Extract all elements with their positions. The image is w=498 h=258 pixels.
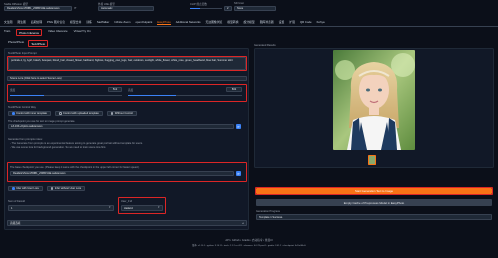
tab-extensions[interactable]: 扩展 (289, 20, 295, 25)
tab-image-browser[interactable]: 无边图像浏览 (206, 20, 223, 25)
notes-line-2: - We use scene lora for background gener… (10, 146, 107, 149)
tab-openoutpaint[interactable]: openOutpaint (135, 20, 152, 25)
radio-without-user-lora[interactable]: Infer without User Lora (46, 186, 86, 191)
tab-qr-code[interactable]: QR Code (300, 20, 312, 25)
tab-additional-networks[interactable]: Additional Networks (176, 20, 201, 25)
radio-label: Infer without User Lora (54, 187, 82, 190)
clip-value[interactable]: 2 (224, 6, 232, 11)
radio-label: Control with inner template (16, 112, 47, 115)
tab-easyphoto[interactable]: EasyPhoto (157, 20, 171, 25)
radio-dot (110, 112, 114, 115)
refresh-icon[interactable]: ⟳ (236, 124, 241, 129)
radio-label: Without Control (114, 112, 133, 115)
control-way-radios: Control with inner template Control with… (8, 111, 137, 116)
prompt-highlight: portrait+1, fg, 1girl, bokeh, bouquet, b… (7, 56, 247, 71)
height-label: 高度 (128, 89, 134, 92)
tab-video-inference[interactable]: Video Inference (48, 29, 68, 36)
tab-merge[interactable]: 模型合并 (70, 20, 81, 25)
start-generation-button[interactable]: Start Generation Text to Image (256, 188, 492, 194)
refresh-icon[interactable]: ⟳ (236, 171, 241, 176)
base-model-label: The base checkpoint you use. (Please kee… (10, 166, 140, 169)
tab-upscale-models[interactable]: 超分模型 (244, 20, 255, 25)
tab-photo-inference[interactable]: Photo Inference (16, 29, 43, 36)
result-thumbnail[interactable] (368, 155, 376, 165)
radio-inner-template[interactable]: Control with inner template (8, 111, 51, 116)
generated-results-label: Generated Results (254, 44, 276, 47)
chevron-down-icon: ▾ (158, 205, 160, 209)
progress-label: Generation Progress (256, 210, 280, 213)
notes-title: Generate from prompts notes: (8, 138, 43, 141)
chevron-down-icon: ▾ (109, 205, 111, 209)
radio-dot (12, 187, 15, 190)
faceid-label: Num of Faceid (8, 200, 25, 203)
checkpoint-select[interactable]: LZ-16K+Optics.safetensors (8, 124, 234, 129)
main-tabs: 文生图 图生图 后期处理 PNG 图片信息 模型合并 训练 SadTalker … (4, 20, 496, 25)
control-way-label: Text2Photo Control Way (8, 106, 36, 109)
refresh-icon[interactable]: ⟳ (74, 6, 77, 10)
user-id-select[interactable]: Hailan4 (121, 205, 163, 211)
width-slider[interactable] (10, 95, 122, 96)
width-value[interactable]: 512 (108, 87, 122, 92)
generated-image[interactable] (333, 50, 415, 150)
sub-tabs: Train Photo Inference Video Inference Vi… (4, 29, 91, 36)
footer-links[interactable]: API • Github • Gradio • 启动指令 • 重载UI (0, 238, 498, 242)
inner-tabs: Photo2Photo Text2Photo (8, 40, 49, 47)
sd-model-select[interactable]: RealisticVisionV60B1_v60B1VAE.safetensor… (4, 6, 72, 11)
radio-dot (50, 187, 54, 190)
base-model-select[interactable]: RealisticVisionV60B1_v60B1VAE.safetensor… (10, 171, 234, 176)
tab-txt2img[interactable]: 文生图 (4, 20, 12, 25)
tab-png-info[interactable]: PNG 图片信息 (47, 20, 65, 25)
tab-kohya[interactable]: Kohya (317, 20, 325, 25)
radio-dot (58, 112, 62, 115)
checkpoint-hint: The checkpoint you use for text to image… (8, 120, 76, 123)
radio-label: Control with uploaded template (63, 112, 99, 115)
progress-output: Template 1 Success. (256, 214, 492, 220)
notes-line-1: - The Generate from prompts is an experi… (10, 142, 143, 145)
user-lora-radios: Infer with User Lora Infer without User … (8, 186, 86, 191)
tab-virtual-try-on[interactable]: Virtual Try On (74, 29, 91, 36)
height-value[interactable]: 832 (226, 87, 242, 92)
tab-text2photo[interactable]: Text2Photo (28, 40, 49, 47)
scene-lora-toggle[interactable]: Scene Lora (Click here to select Scene L… (7, 76, 247, 81)
size-highlight (7, 84, 247, 102)
vae-model-select[interactable]: Automatic (98, 6, 154, 11)
radio-uploaded-template[interactable]: Control with uploaded template (54, 111, 103, 116)
radio-with-user-lora[interactable]: Infer with User Lora (8, 186, 43, 191)
tab-train[interactable]: 训练 (86, 20, 92, 25)
radio-without-control[interactable]: Without Control (106, 111, 137, 116)
tab-divider (0, 26, 498, 27)
empty-cache-button[interactable]: Empty Cache of Preprocess Model in EasyP… (256, 199, 492, 206)
sd-unet-select[interactable]: None (234, 6, 276, 11)
clip-label: CLIP 终止层数 (190, 3, 207, 6)
tab-train-sub[interactable]: Train (4, 29, 10, 36)
clip-slider[interactable] (190, 8, 222, 9)
tab-model-convert[interactable]: 模型转换 (227, 20, 238, 25)
chevron-left-icon: ◂ (242, 221, 244, 225)
portrait-illustration (333, 50, 415, 150)
width-label: 宽度 (10, 89, 16, 92)
sd-unet-label: SD Unet (234, 2, 244, 5)
tab-img2img[interactable]: 图生图 (17, 20, 25, 25)
advanced-options-toggle[interactable]: 高级选项 (7, 220, 247, 226)
radio-dot (12, 112, 15, 115)
tab-infinite-zoom[interactable]: Infinite Zoom (114, 20, 130, 25)
prompt-textarea[interactable]: portrait+1, fg, 1girl, bokeh, bouquet, b… (8, 57, 246, 70)
user-id-label: User_0 id (121, 200, 133, 203)
prompt-label: Text2Photo Input Prompt (8, 52, 37, 55)
tab-sadtalker[interactable]: SadTalker (97, 20, 109, 25)
tab-settings[interactable]: 设置 (279, 20, 285, 25)
footer-versions: 版本: v1.10.1 • python: 3.10.11 • torch: 2… (192, 245, 306, 247)
tab-photo2photo[interactable]: Photo2Photo (8, 40, 24, 47)
height-slider[interactable] (128, 95, 242, 96)
tab-extras[interactable]: 后期处理 (31, 20, 42, 25)
radio-label: Infer with User Lora (16, 187, 39, 190)
faceid-select[interactable]: 1 (8, 205, 114, 211)
tab-gallery[interactable]: 图库浏览器 (260, 20, 274, 25)
